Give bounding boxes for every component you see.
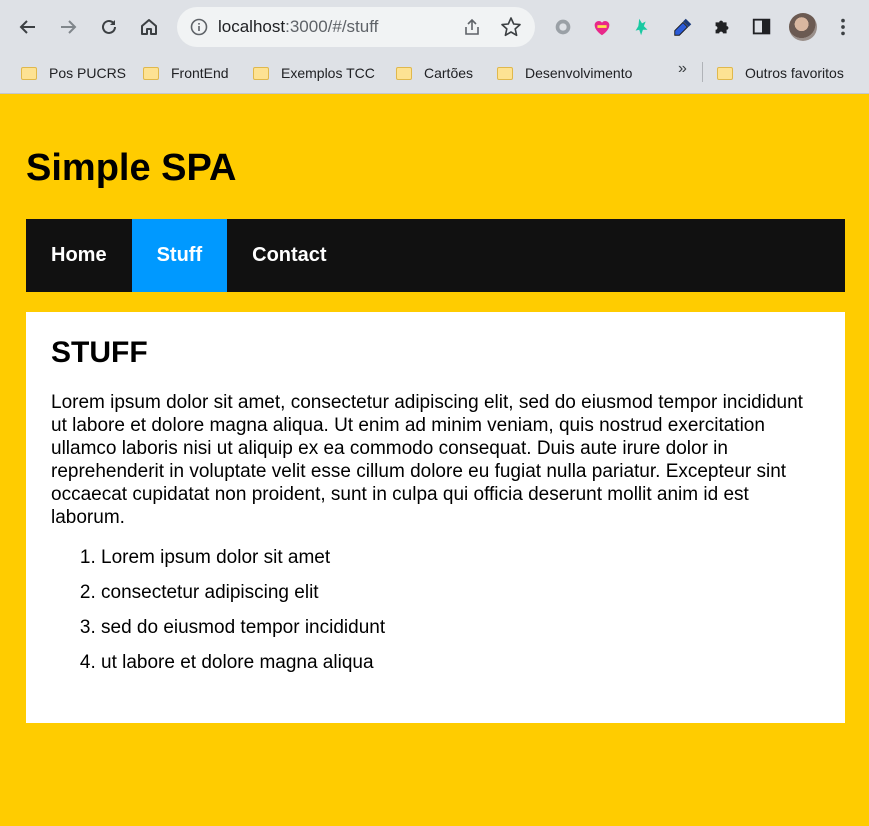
eyedropper-icon[interactable] (671, 15, 695, 39)
page-heading: STUFF (51, 336, 148, 369)
nav-stuff[interactable]: Stuff (131, 219, 228, 292)
nav-home[interactable]: Home (26, 219, 132, 292)
home-button[interactable] (134, 12, 164, 42)
bookmark-label: Outros favoritos (745, 65, 844, 81)
address-bar[interactable]: localhost:3000/#/stuff (177, 7, 535, 47)
site-info-icon[interactable] (190, 18, 208, 36)
back-button[interactable] (13, 12, 43, 42)
url-path: :3000/#/stuff (285, 17, 379, 36)
content-panel: STUFF Lorem ipsum dolor sit amet, consec… (26, 312, 845, 723)
bookmarks-overflow-button[interactable]: » (678, 60, 687, 78)
bookmark-label: Cartões (424, 65, 474, 81)
folder-icon (497, 66, 513, 80)
extension-teal-icon[interactable] (630, 15, 654, 39)
list-item: Lorem ipsum dolor sit amet (101, 546, 820, 581)
bookmark-desenvolvimento[interactable]: Desenvolvimento (497, 62, 632, 84)
ordered-list: Lorem ipsum dolor sit amet consectetur a… (51, 546, 820, 686)
home-icon (141, 19, 157, 35)
extension-pink-icon[interactable] (590, 15, 614, 39)
bookmark-cartoes[interactable]: Cartões (396, 62, 473, 84)
bookmark-exemplos-tcc[interactable]: Exemplos TCC (253, 62, 375, 84)
bookmark-label: Desenvolvimento (525, 65, 633, 81)
forward-button[interactable] (53, 12, 83, 42)
bookmark-outros-favoritos[interactable]: Outros favoritos (717, 62, 844, 84)
nav-contact[interactable]: Contact (227, 219, 351, 292)
site-title: Simple SPA (26, 147, 237, 189)
bookmark-pos-pucrs[interactable]: Pos PUCRS (21, 62, 126, 84)
profile-avatar[interactable] (789, 13, 817, 41)
reload-button[interactable] (94, 12, 124, 42)
browser-toolbar: localhost:3000/#/stuff (0, 0, 869, 54)
folder-icon (396, 66, 412, 80)
bookmark-label: Exemplos TCC (281, 65, 375, 81)
bookmark-star-icon[interactable] (500, 16, 522, 38)
list-item: sed do eiusmod tempor incididunt (101, 616, 820, 651)
url-host: localhost (218, 17, 286, 36)
bookmark-frontend[interactable]: FrontEnd (143, 62, 229, 84)
folder-icon (21, 66, 37, 80)
forward-arrow-icon (61, 20, 77, 34)
browser-chrome: localhost:3000/#/stuff Pos PUCRS FrontEn… (0, 0, 869, 94)
bookmark-label: FrontEnd (171, 65, 229, 81)
bookmarks-divider (702, 62, 703, 82)
folder-icon (143, 66, 159, 80)
folder-icon (717, 66, 733, 80)
url-text[interactable]: localhost:3000/#/stuff (218, 17, 378, 37)
menu-kebab-icon[interactable] (831, 15, 855, 39)
folder-icon (253, 66, 269, 80)
list-item: ut labore et dolore magna aliqua (101, 651, 820, 686)
share-icon[interactable] (462, 17, 482, 37)
reload-icon (102, 19, 116, 34)
main-nav: Home Stuff Contact (26, 219, 845, 292)
bookmarks-bar: Pos PUCRS FrontEnd Exemplos TCC Cartões … (0, 54, 869, 92)
side-panel-icon[interactable] (750, 15, 774, 39)
extensions-puzzle-icon[interactable] (710, 15, 734, 39)
back-arrow-icon (19, 20, 35, 34)
list-item: consectetur adipiscing elit (101, 581, 820, 616)
bookmark-label: Pos PUCRS (49, 65, 127, 81)
page-viewport: Simple SPA Home Stuff Contact STUFF Lore… (0, 94, 869, 826)
extension-gear-icon[interactable] (551, 15, 575, 39)
body-paragraph: Lorem ipsum dolor sit amet, consectetur … (51, 392, 803, 528)
